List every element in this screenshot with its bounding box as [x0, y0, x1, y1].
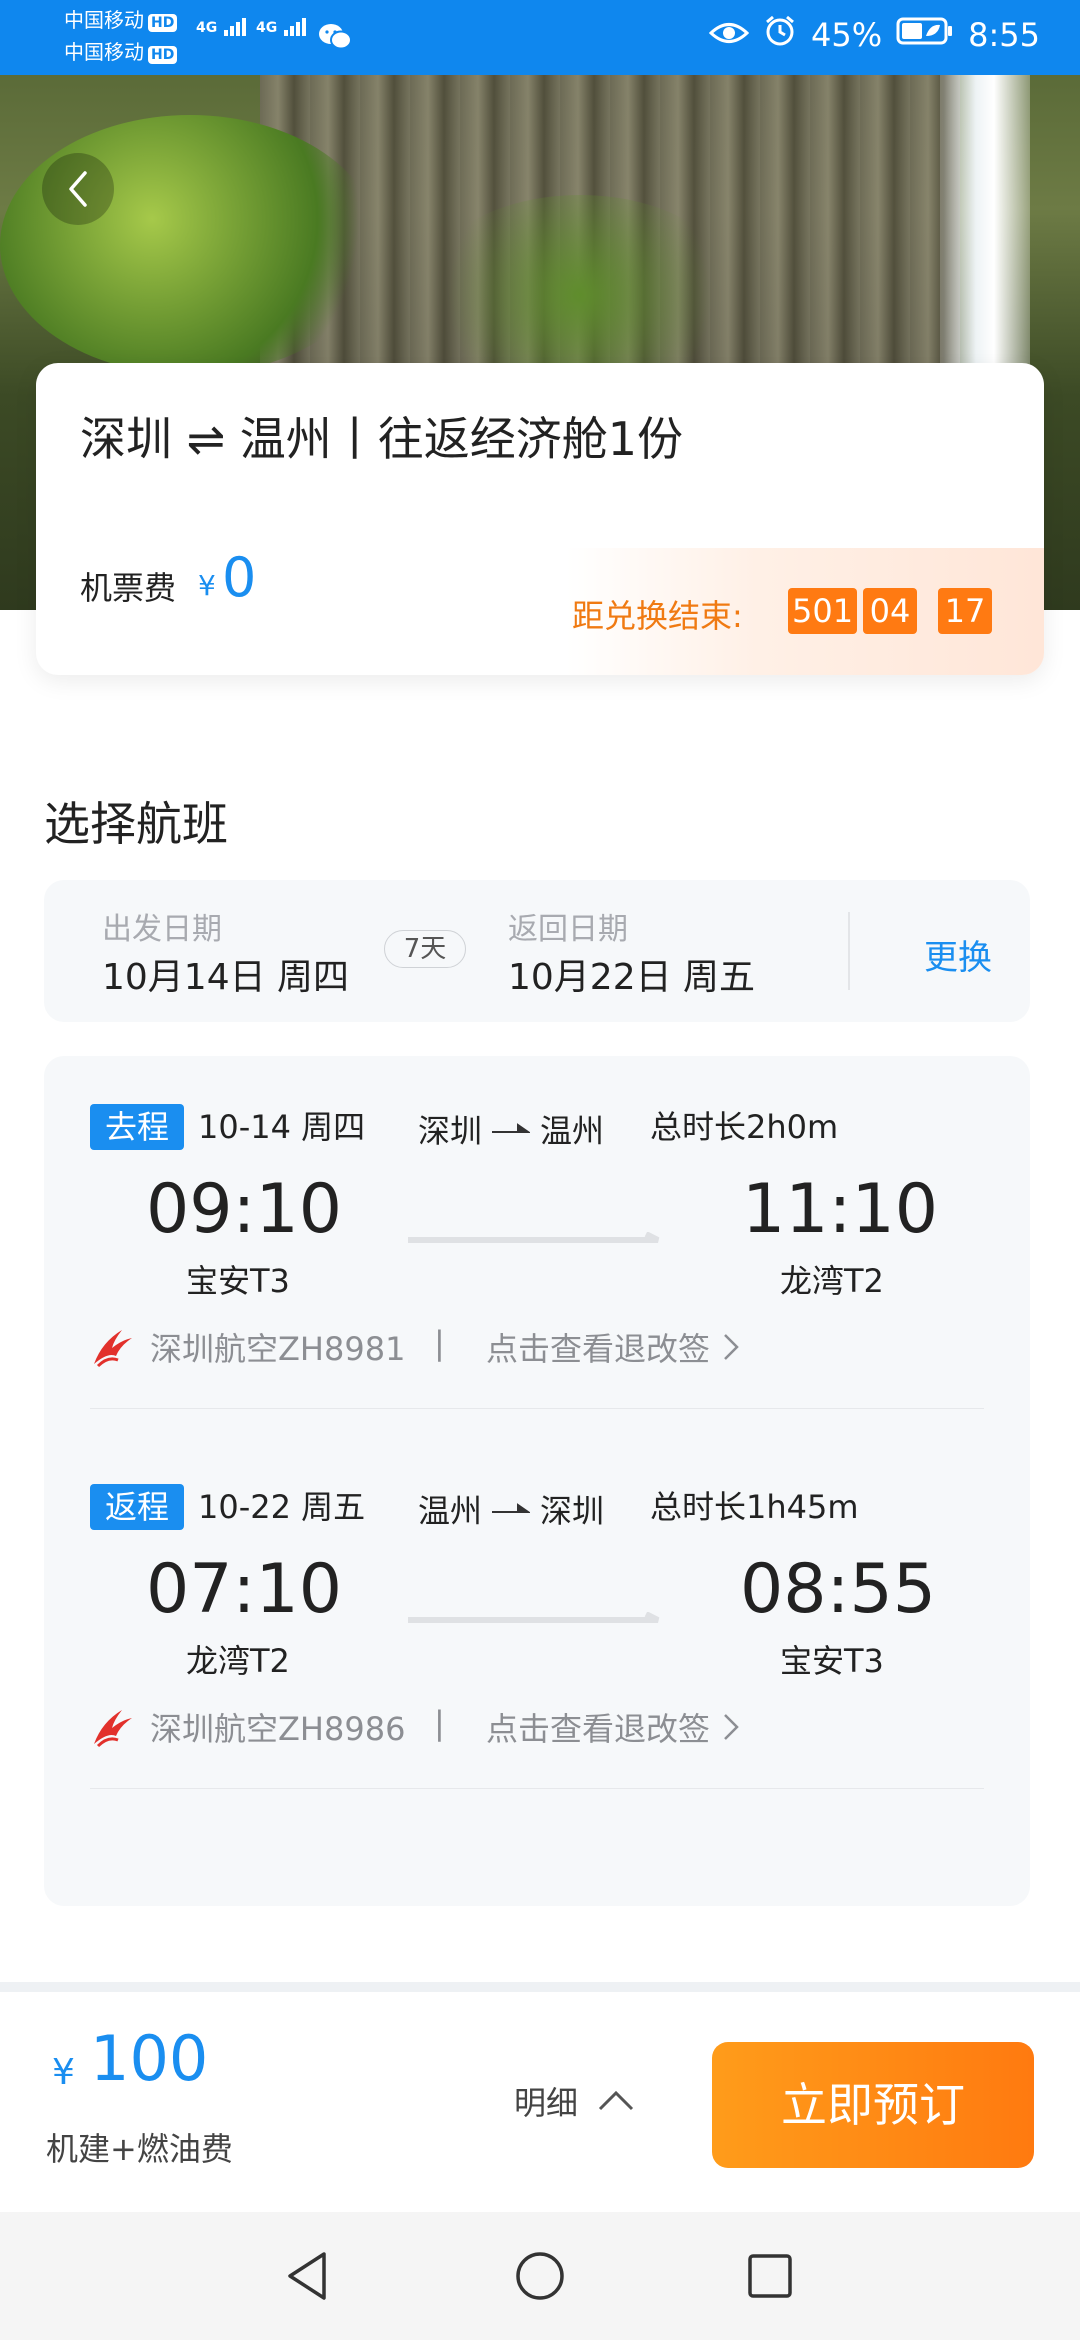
leg-badge: 返程: [90, 1484, 184, 1530]
carrier-2: 中国移动 HD: [64, 40, 178, 64]
total-price: 100: [90, 2022, 209, 2095]
trip-length-badge: 7天: [384, 930, 466, 968]
status-right: 45% 8:55: [708, 14, 1040, 56]
wechat-icon: [318, 22, 352, 56]
airline-flight-number: 深圳航空ZH8981: [150, 1330, 406, 1368]
signal-icon: 4G: [196, 18, 248, 36]
carrier-1-label: 中国移动: [64, 8, 144, 32]
change-dates-button[interactable]: 更换: [924, 930, 992, 979]
countdown-label: 距兑换结束:: [572, 597, 743, 635]
eye-icon: [708, 16, 750, 54]
refund-policy-link[interactable]: 点击查看退改签: [486, 1324, 740, 1370]
route-to: 深圳: [540, 1492, 605, 1530]
nav-home-button[interactable]: [512, 2248, 568, 2304]
nav-home-icon: [516, 2252, 564, 2300]
section-title: 选择航班: [44, 797, 228, 851]
detail-label: 明细: [514, 2084, 579, 2122]
departure-time: 09:10: [146, 1170, 342, 1249]
network-label: 4G: [256, 20, 278, 36]
departure-time: 07:10: [146, 1550, 342, 1629]
carrier-2-label: 中国移动: [64, 40, 144, 64]
status-bar: 中国移动 HD 中国移动 HD 4G 4G 45% 8:55: [0, 0, 1080, 75]
flight-leg-outbound[interactable]: 去程 10-14 周四 深圳 温州 总时长2h0m 09:10 宝安T3 11:…: [44, 1056, 1030, 1416]
flight-list: 去程 10-14 周四 深圳 温州 总时长2h0m 09:10 宝安T3 11:…: [44, 1056, 1030, 1906]
back-icon: [69, 171, 87, 207]
separator: |: [434, 1704, 445, 1742]
checkout-bar: ¥ 100 机建+燃油费 明细 立即预订: [0, 1992, 1080, 2212]
currency-symbol: ¥: [198, 569, 216, 602]
nav-recent-icon: [748, 2254, 792, 2298]
depart-date-value: 10月14日 周四: [102, 957, 350, 998]
depart-date-label: 出发日期: [102, 912, 222, 947]
airline-logo-icon: [94, 1330, 132, 1368]
date-selector[interactable]: 出发日期 10月14日 周四 7天 返回日期 10月22日 周五 更换: [44, 880, 1030, 1022]
back-button[interactable]: [42, 153, 114, 225]
leg-duration: 总时长2h0m: [650, 1108, 839, 1146]
book-now-button[interactable]: 立即预订: [712, 2042, 1034, 2168]
leg-date: 10-22 周五: [198, 1488, 366, 1526]
nav-recent-button[interactable]: [742, 2248, 798, 2304]
route-arrow-icon: [492, 1503, 531, 1513]
separator: |: [434, 1324, 445, 1362]
leg-badge: 去程: [90, 1104, 184, 1150]
refund-policy-label: 点击查看退改签: [486, 1330, 711, 1368]
price-detail-toggle[interactable]: 明细: [514, 2078, 636, 2124]
ticket-fee-value: 0: [222, 546, 257, 609]
countdown-minutes: 17: [938, 588, 992, 634]
clock: 8:55: [968, 16, 1040, 54]
chevron-right-icon: [724, 1714, 739, 1740]
route-from: 温州: [418, 1492, 483, 1530]
flight-leg-return[interactable]: 返程 10-22 周五 温州 深圳 总时长1h45m 07:10 龙湾T2 08…: [44, 1436, 1030, 1796]
arrival-airport: 宝安T3: [780, 1642, 884, 1680]
chevron-right-icon: [724, 1334, 739, 1360]
countdown-days: 501: [788, 588, 858, 634]
divider: [90, 1788, 984, 1789]
ticket-fee-label: 机票费: [80, 569, 177, 607]
hd-badge: HD: [148, 14, 178, 32]
return-date-label: 返回日期: [508, 912, 628, 947]
leg-route: 深圳 温州: [418, 1106, 604, 1152]
flight-line-icon: [408, 1232, 660, 1243]
route-arrow-icon: [492, 1123, 531, 1133]
return-date-value: 10月22日 周五: [508, 957, 756, 998]
divider: [90, 1408, 984, 1409]
flight-line-icon: [408, 1612, 660, 1623]
leg-duration: 总时长1h45m: [650, 1488, 859, 1526]
leg-route: 温州 深圳: [418, 1486, 604, 1532]
battery-percent: 45%: [811, 16, 883, 54]
nav-back-button[interactable]: [280, 2248, 336, 2304]
signal-icon: 4G: [256, 18, 308, 36]
refund-policy-link[interactable]: 点击查看退改签: [486, 1704, 740, 1750]
carrier-1: 中国移动 HD: [64, 8, 178, 32]
airline-flight-number: 深圳航空ZH8986: [150, 1710, 406, 1748]
departure-airport: 龙湾T2: [186, 1642, 290, 1680]
route-to: 温州: [540, 1112, 605, 1150]
network-label: 4G: [196, 20, 218, 36]
route-from: 深圳: [418, 1112, 483, 1150]
foliage: [0, 115, 380, 375]
airline-logo-icon: [94, 1710, 132, 1748]
divider: [0, 1982, 1080, 1992]
system-nav-bar: [0, 2212, 1080, 2340]
trip-title: 深圳 ⇌ 温州丨往返经济舱1份: [80, 412, 684, 466]
alarm-icon: [763, 14, 797, 56]
divider: [848, 912, 850, 990]
chevron-up-icon: [598, 2090, 634, 2111]
arrival-airport: 龙湾T2: [780, 1262, 884, 1300]
leg-date: 10-14 周四: [198, 1108, 366, 1146]
currency-symbol: ¥: [52, 2052, 75, 2093]
arrival-time: 11:10: [742, 1170, 938, 1249]
countdown-hours: 04: [863, 588, 917, 634]
departure-airport: 宝安T3: [186, 1262, 290, 1300]
order-summary-card: 深圳 ⇌ 温州丨往返经济舱1份 机票费 ¥ 0 距兑换结束: 501 04 17: [36, 363, 1044, 675]
battery-icon: [896, 16, 954, 54]
hd-badge: HD: [148, 46, 178, 64]
nav-back-icon: [288, 2252, 326, 2300]
arrival-time: 08:55: [740, 1550, 936, 1629]
price-note: 机建+燃油费: [46, 2130, 233, 2168]
refund-policy-label: 点击查看退改签: [486, 1710, 711, 1748]
